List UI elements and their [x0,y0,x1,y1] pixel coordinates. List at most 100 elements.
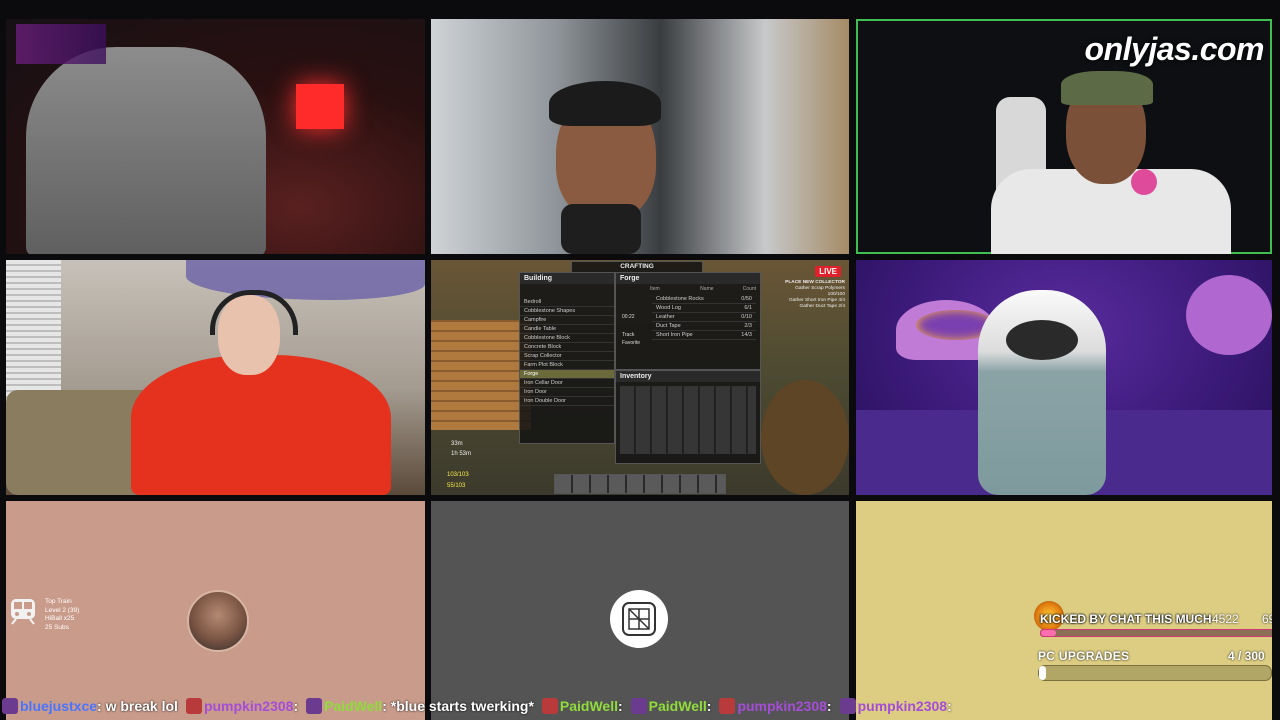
pc-upgrades-count: 4 / 300 [1228,649,1265,663]
purple-shelf-light [16,24,106,64]
build-item[interactable]: Scrap Collector [520,352,614,361]
chat-message: : [706,698,712,715]
forge-row-count: 14/3 [741,332,752,338]
brand-watermark: onlyjas.com [1084,31,1265,67]
build-item[interactable]: Candle Table [520,325,614,334]
forge-row-count: 0/50 [741,296,752,302]
kicked-label: KICKED BY CHAT THIS MUCH [1040,612,1212,626]
build-item[interactable]: Iron Cellar Door [520,379,614,388]
stream-tile-8[interactable] [431,501,849,720]
build-item[interactable]: Cobblestone Block [520,334,614,343]
health-stat: 103/103 [447,472,469,478]
kicked-progress-fill [1041,630,1057,636]
chat-badge-icon [306,698,323,715]
forge-panel[interactable]: Forge Item Name Count 00:22 Track Favori… [615,272,761,370]
forge-row-count: 6/1 [744,305,752,311]
build-item[interactable]: Bedroll [520,298,614,307]
crafting-label: CRAFTING [620,263,654,270]
building-title: Building [520,273,614,284]
hotbar[interactable] [554,474,726,494]
stream-tile-4[interactable] [6,260,425,495]
chat-message: : *blue starts twerking* [382,698,534,715]
build-item[interactable]: Campfire [520,316,614,325]
live-badge: LIVE [815,266,841,277]
chat-badge-icon [630,698,647,715]
build-list[interactable]: Bedroll Cobblestone Shapes Campfire Candle … [520,298,614,406]
pc-upgrades-bar [1038,665,1272,681]
forge-row-name: Cobblestone Rocks [656,296,704,302]
kicked-count: 4522 [1212,612,1239,626]
craft-favorite[interactable]: Favorite [622,339,640,347]
chat-ticker: bluejustxce : w break lol pumpkin2308 : Pa… [0,694,1280,716]
col-count: Count [742,286,756,292]
forge-title: Forge [616,273,760,284]
train-line-1: Top Train [45,598,72,605]
stamina-stat: 55/103 [447,483,466,489]
gray-figure [26,47,266,254]
user-avatar [187,590,249,652]
stream-tile-2[interactable] [431,19,849,254]
stream-tile-7[interactable]: Top Train Level 2 (39) HiBall x25 25 Sub… [6,501,425,720]
stream-tile-5-game[interactable]: Building Bedroll Cobblestone Shapes Campfi… [431,260,849,495]
forge-row: Wood Log 6/1 [652,304,756,313]
forge-row: Cobblestone Rocks 0/50 [652,295,756,304]
build-item[interactable]: Concrete Block [520,343,614,352]
build-item[interactable]: Farm Plot Block [520,361,614,370]
forge-row-name: Short Iron Pipe [656,332,693,338]
train-line-3: HiBall x25 [45,615,75,622]
quest-line: Gather Scrap Polymers 100/100 [795,286,845,297]
chat-message: : [293,698,299,715]
chat-message: : w break lol [97,698,178,715]
stream-tile-9[interactable]: KICKED BY CHAT THIS MUCH 4522 69420 PC U… [856,501,1272,720]
top-train-info: Top Train Level 2 (39) HiBall x25 25 Sub… [45,598,79,632]
quest-tracker: PLACE NEW COLLECTOR Gather Scrap Polymers… [781,280,845,310]
stream-tile-1[interactable] [6,19,425,254]
forge-row: Leather 0/10 [652,313,756,322]
player-hood [1006,320,1078,360]
time-1: 33m [451,441,463,447]
logo-mark [622,602,656,636]
chat-username[interactable]: PaidWell [560,695,618,716]
chat-username[interactable]: bluejustxce [20,695,97,716]
inventory-grid[interactable] [620,386,756,454]
forge-row: Duct Tape 2/3 [652,322,756,331]
stream-tile-3[interactable]: onlyjas.com [856,19,1272,254]
chat-username[interactable]: pumpkin2308 [204,695,293,716]
craft-track[interactable]: Track [622,331,640,339]
chat-message: : [618,698,623,715]
build-item[interactable]: Forge [520,370,614,379]
kicked-counter: KICKED BY CHAT THIS MUCH 4522 69420 [1034,601,1272,637]
channel-logo-icon [610,590,668,648]
forge-row-name: Duct Tape [656,323,681,329]
pc-upgrades-fill [1039,666,1046,680]
chat-username[interactable]: PaidWell [649,695,707,716]
time-2: 1h 53m [451,451,472,457]
stream-tile-6-game[interactable] [856,260,1272,495]
inventory-panel[interactable]: Inventory [615,370,761,464]
forge-row-name: Wood Log [656,305,681,311]
purple-drape [186,260,425,300]
chat-badge-icon [541,698,558,715]
chat-badge-icon [719,698,736,715]
chat-username[interactable]: pumpkin2308 [858,695,947,716]
chat-username[interactable]: pumpkin2308 [737,695,826,716]
forge-row-count: 2/3 [744,323,752,329]
chat-badge-icon [185,698,202,715]
chat-username[interactable]: PaidWell [324,695,382,716]
basket-pile [761,380,849,495]
red-cube-light [296,84,344,129]
build-item[interactable]: Cobblestone Shapes [520,307,614,316]
streamer-hair [549,81,661,126]
forge-row-name: Leather [656,314,675,320]
forge-row: Short Iron Pipe 14/3 [652,331,756,340]
build-item[interactable]: Iron Door [520,388,614,397]
col-item: Item [650,286,660,292]
build-item[interactable]: Iron Double Door [520,397,614,406]
chat-badge-icon [839,698,856,715]
kicked-progress-bar [1040,629,1272,637]
forge-rows: Cobblestone Rocks 0/50 Wood Log 6/1 Leather 0… [652,295,756,340]
train-line-2: Level 2 (39) [45,606,80,614]
craft-timer: 00:22 [622,314,635,320]
building-panel[interactable]: Building Bedroll Cobblestone Shapes Campfi… [519,272,615,444]
forge-row-count: 0/10 [741,314,752,320]
